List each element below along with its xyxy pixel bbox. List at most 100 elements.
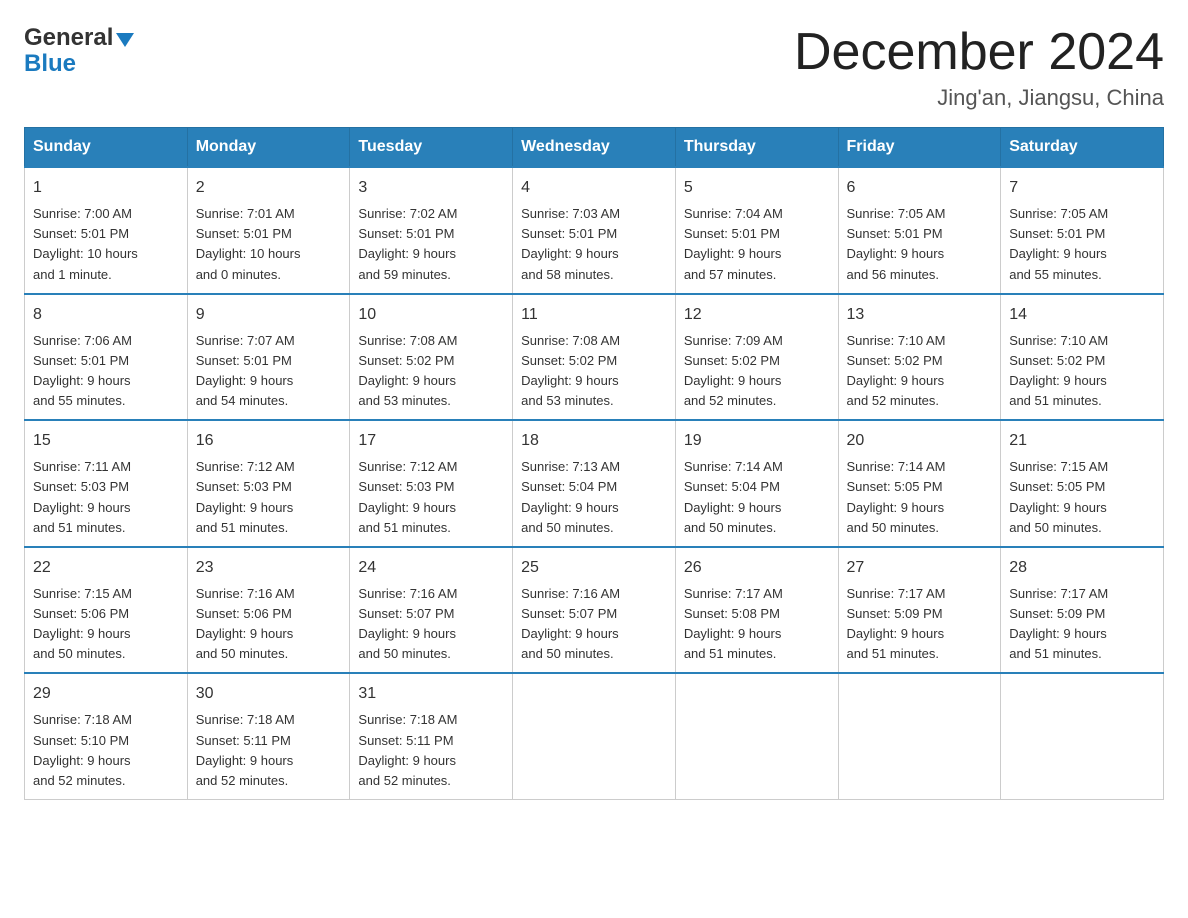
week-row-4: 22 Sunrise: 7:15 AMSunset: 5:06 PMDaylig… — [25, 547, 1164, 674]
col-tuesday: Tuesday — [350, 128, 513, 168]
col-thursday: Thursday — [675, 128, 838, 168]
calendar-cell: 21 Sunrise: 7:15 AMSunset: 5:05 PMDaylig… — [1001, 420, 1164, 547]
calendar-cell: 25 Sunrise: 7:16 AMSunset: 5:07 PMDaylig… — [513, 547, 676, 674]
day-number: 29 — [33, 682, 179, 706]
logo: General Blue — [24, 24, 134, 76]
calendar-cell: 29 Sunrise: 7:18 AMSunset: 5:10 PMDaylig… — [25, 673, 188, 799]
day-info: Sunrise: 7:08 AMSunset: 5:02 PMDaylight:… — [521, 331, 667, 412]
day-number: 31 — [358, 682, 504, 706]
col-sunday: Sunday — [25, 128, 188, 168]
day-info: Sunrise: 7:16 AMSunset: 5:07 PMDaylight:… — [521, 584, 667, 665]
calendar-cell: 14 Sunrise: 7:10 AMSunset: 5:02 PMDaylig… — [1001, 294, 1164, 421]
day-info: Sunrise: 7:15 AMSunset: 5:06 PMDaylight:… — [33, 584, 179, 665]
week-row-5: 29 Sunrise: 7:18 AMSunset: 5:10 PMDaylig… — [25, 673, 1164, 799]
day-info: Sunrise: 7:17 AMSunset: 5:08 PMDaylight:… — [684, 584, 830, 665]
day-info: Sunrise: 7:00 AMSunset: 5:01 PMDaylight:… — [33, 204, 179, 285]
day-number: 17 — [358, 429, 504, 453]
day-number: 13 — [847, 303, 993, 327]
day-info: Sunrise: 7:18 AMSunset: 5:11 PMDaylight:… — [196, 710, 342, 791]
day-info: Sunrise: 7:03 AMSunset: 5:01 PMDaylight:… — [521, 204, 667, 285]
calendar-cell: 26 Sunrise: 7:17 AMSunset: 5:08 PMDaylig… — [675, 547, 838, 674]
calendar-cell: 12 Sunrise: 7:09 AMSunset: 5:02 PMDaylig… — [675, 294, 838, 421]
calendar-cell: 31 Sunrise: 7:18 AMSunset: 5:11 PMDaylig… — [350, 673, 513, 799]
calendar-cell: 5 Sunrise: 7:04 AMSunset: 5:01 PMDayligh… — [675, 167, 838, 294]
page-header: General Blue December 2024 Jing'an, Jian… — [24, 24, 1164, 111]
calendar-cell: 3 Sunrise: 7:02 AMSunset: 5:01 PMDayligh… — [350, 167, 513, 294]
day-number: 10 — [358, 303, 504, 327]
day-number: 18 — [521, 429, 667, 453]
calendar-cell: 2 Sunrise: 7:01 AMSunset: 5:01 PMDayligh… — [187, 167, 350, 294]
page-title: December 2024 — [794, 24, 1164, 81]
day-number: 1 — [33, 176, 179, 200]
col-friday: Friday — [838, 128, 1001, 168]
calendar-cell: 13 Sunrise: 7:10 AMSunset: 5:02 PMDaylig… — [838, 294, 1001, 421]
day-number: 25 — [521, 556, 667, 580]
calendar-cell: 1 Sunrise: 7:00 AMSunset: 5:01 PMDayligh… — [25, 167, 188, 294]
day-number: 26 — [684, 556, 830, 580]
day-info: Sunrise: 7:16 AMSunset: 5:07 PMDaylight:… — [358, 584, 504, 665]
week-row-2: 8 Sunrise: 7:06 AMSunset: 5:01 PMDayligh… — [25, 294, 1164, 421]
day-info: Sunrise: 7:09 AMSunset: 5:02 PMDaylight:… — [684, 331, 830, 412]
calendar-cell: 9 Sunrise: 7:07 AMSunset: 5:01 PMDayligh… — [187, 294, 350, 421]
day-number: 14 — [1009, 303, 1155, 327]
calendar-cell: 27 Sunrise: 7:17 AMSunset: 5:09 PMDaylig… — [838, 547, 1001, 674]
day-info: Sunrise: 7:17 AMSunset: 5:09 PMDaylight:… — [847, 584, 993, 665]
logo-blue-text: Blue — [24, 52, 76, 76]
calendar-cell: 20 Sunrise: 7:14 AMSunset: 5:05 PMDaylig… — [838, 420, 1001, 547]
day-info: Sunrise: 7:18 AMSunset: 5:11 PMDaylight:… — [358, 710, 504, 791]
calendar-cell: 10 Sunrise: 7:08 AMSunset: 5:02 PMDaylig… — [350, 294, 513, 421]
day-number: 5 — [684, 176, 830, 200]
day-info: Sunrise: 7:01 AMSunset: 5:01 PMDaylight:… — [196, 204, 342, 285]
day-number: 27 — [847, 556, 993, 580]
week-row-3: 15 Sunrise: 7:11 AMSunset: 5:03 PMDaylig… — [25, 420, 1164, 547]
logo-general-text: General — [24, 24, 113, 52]
day-info: Sunrise: 7:06 AMSunset: 5:01 PMDaylight:… — [33, 331, 179, 412]
day-info: Sunrise: 7:02 AMSunset: 5:01 PMDaylight:… — [358, 204, 504, 285]
day-info: Sunrise: 7:05 AMSunset: 5:01 PMDaylight:… — [847, 204, 993, 285]
day-number: 9 — [196, 303, 342, 327]
day-number: 3 — [358, 176, 504, 200]
calendar-cell — [1001, 673, 1164, 799]
calendar-cell: 17 Sunrise: 7:12 AMSunset: 5:03 PMDaylig… — [350, 420, 513, 547]
title-block: December 2024 Jing'an, Jiangsu, China — [794, 24, 1164, 111]
day-info: Sunrise: 7:10 AMSunset: 5:02 PMDaylight:… — [1009, 331, 1155, 412]
calendar-cell: 7 Sunrise: 7:05 AMSunset: 5:01 PMDayligh… — [1001, 167, 1164, 294]
calendar-cell — [513, 673, 676, 799]
logo-triangle-icon — [116, 33, 134, 47]
day-number: 30 — [196, 682, 342, 706]
day-info: Sunrise: 7:11 AMSunset: 5:03 PMDaylight:… — [33, 457, 179, 538]
day-number: 11 — [521, 303, 667, 327]
calendar-cell: 28 Sunrise: 7:17 AMSunset: 5:09 PMDaylig… — [1001, 547, 1164, 674]
calendar-cell: 16 Sunrise: 7:12 AMSunset: 5:03 PMDaylig… — [187, 420, 350, 547]
day-number: 2 — [196, 176, 342, 200]
calendar-cell: 4 Sunrise: 7:03 AMSunset: 5:01 PMDayligh… — [513, 167, 676, 294]
day-info: Sunrise: 7:17 AMSunset: 5:09 PMDaylight:… — [1009, 584, 1155, 665]
week-row-1: 1 Sunrise: 7:00 AMSunset: 5:01 PMDayligh… — [25, 167, 1164, 294]
day-number: 19 — [684, 429, 830, 453]
day-info: Sunrise: 7:05 AMSunset: 5:01 PMDaylight:… — [1009, 204, 1155, 285]
calendar-cell: 22 Sunrise: 7:15 AMSunset: 5:06 PMDaylig… — [25, 547, 188, 674]
day-info: Sunrise: 7:12 AMSunset: 5:03 PMDaylight:… — [196, 457, 342, 538]
calendar-cell: 19 Sunrise: 7:14 AMSunset: 5:04 PMDaylig… — [675, 420, 838, 547]
day-number: 16 — [196, 429, 342, 453]
day-info: Sunrise: 7:13 AMSunset: 5:04 PMDaylight:… — [521, 457, 667, 538]
day-info: Sunrise: 7:07 AMSunset: 5:01 PMDaylight:… — [196, 331, 342, 412]
calendar-cell: 23 Sunrise: 7:16 AMSunset: 5:06 PMDaylig… — [187, 547, 350, 674]
day-info: Sunrise: 7:04 AMSunset: 5:01 PMDaylight:… — [684, 204, 830, 285]
day-number: 8 — [33, 303, 179, 327]
calendar-cell: 18 Sunrise: 7:13 AMSunset: 5:04 PMDaylig… — [513, 420, 676, 547]
calendar-cell: 30 Sunrise: 7:18 AMSunset: 5:11 PMDaylig… — [187, 673, 350, 799]
day-number: 4 — [521, 176, 667, 200]
day-info: Sunrise: 7:18 AMSunset: 5:10 PMDaylight:… — [33, 710, 179, 791]
calendar-header-row: Sunday Monday Tuesday Wednesday Thursday… — [25, 128, 1164, 168]
day-info: Sunrise: 7:14 AMSunset: 5:05 PMDaylight:… — [847, 457, 993, 538]
day-number: 20 — [847, 429, 993, 453]
day-number: 22 — [33, 556, 179, 580]
day-number: 12 — [684, 303, 830, 327]
calendar-cell: 8 Sunrise: 7:06 AMSunset: 5:01 PMDayligh… — [25, 294, 188, 421]
day-number: 15 — [33, 429, 179, 453]
page-subtitle: Jing'an, Jiangsu, China — [794, 85, 1164, 111]
day-number: 7 — [1009, 176, 1155, 200]
day-number: 6 — [847, 176, 993, 200]
day-info: Sunrise: 7:12 AMSunset: 5:03 PMDaylight:… — [358, 457, 504, 538]
